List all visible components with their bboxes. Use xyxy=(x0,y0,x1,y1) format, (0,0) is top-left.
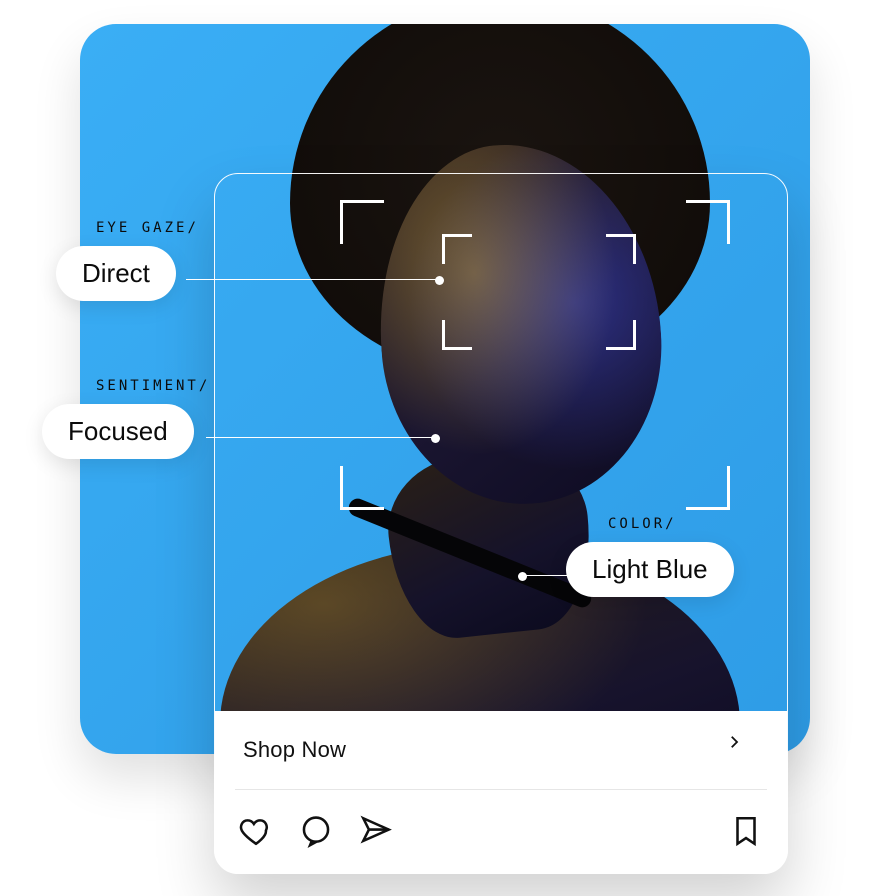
annotation-eye-gaze: EYE GAZE/ Direct xyxy=(56,220,196,301)
canvas: Shop Now xyxy=(0,0,887,896)
annotation-value: Light Blue xyxy=(592,554,708,584)
leader-line xyxy=(206,437,436,438)
cta-label: Shop Now xyxy=(243,737,346,763)
annotation-value: Focused xyxy=(68,416,168,446)
card-media-area xyxy=(215,174,787,713)
action-row xyxy=(215,790,787,872)
eye-bracket-icon xyxy=(606,234,636,264)
slash-icon: / xyxy=(187,220,195,236)
paper-plane-icon[interactable] xyxy=(359,814,393,848)
slash-icon: / xyxy=(199,378,207,394)
annotation-heading-text: COLOR xyxy=(608,516,665,532)
card-bottom: Shop Now xyxy=(215,711,787,873)
crop-bracket-icon xyxy=(686,466,730,510)
annotation-value: Direct xyxy=(82,258,150,288)
annotation-heading: SENTIMENT/ xyxy=(96,378,207,394)
annotation-value-pill: Focused xyxy=(42,404,194,459)
eye-bracket-icon xyxy=(442,320,472,350)
heart-icon[interactable] xyxy=(239,814,273,848)
annotation-heading-text: SENTIMENT xyxy=(96,378,199,394)
eye-bracket-icon xyxy=(606,320,636,350)
annotation-value-pill: Direct xyxy=(56,246,176,301)
eye-bracket-icon xyxy=(442,234,472,264)
annotation-color: COLOR/ Light Blue xyxy=(556,516,734,597)
annotation-heading: EYE GAZE/ xyxy=(96,220,196,236)
leader-line xyxy=(186,279,440,280)
crop-bracket-icon xyxy=(340,466,384,510)
comment-icon[interactable] xyxy=(299,814,333,848)
chevron-right-icon xyxy=(725,733,759,767)
annotation-heading-text: EYE GAZE xyxy=(96,220,187,236)
crop-bracket-icon xyxy=(686,200,730,244)
annotation-value-pill: Light Blue xyxy=(566,542,734,597)
cta-row[interactable]: Shop Now xyxy=(215,711,787,789)
crop-bracket-icon xyxy=(340,200,384,244)
bookmark-icon[interactable] xyxy=(729,814,763,848)
leader-line xyxy=(522,575,568,576)
annotation-heading: COLOR/ xyxy=(608,516,674,532)
annotation-sentiment: SENTIMENT/ Focused xyxy=(42,378,207,459)
slash-icon: / xyxy=(665,516,673,532)
